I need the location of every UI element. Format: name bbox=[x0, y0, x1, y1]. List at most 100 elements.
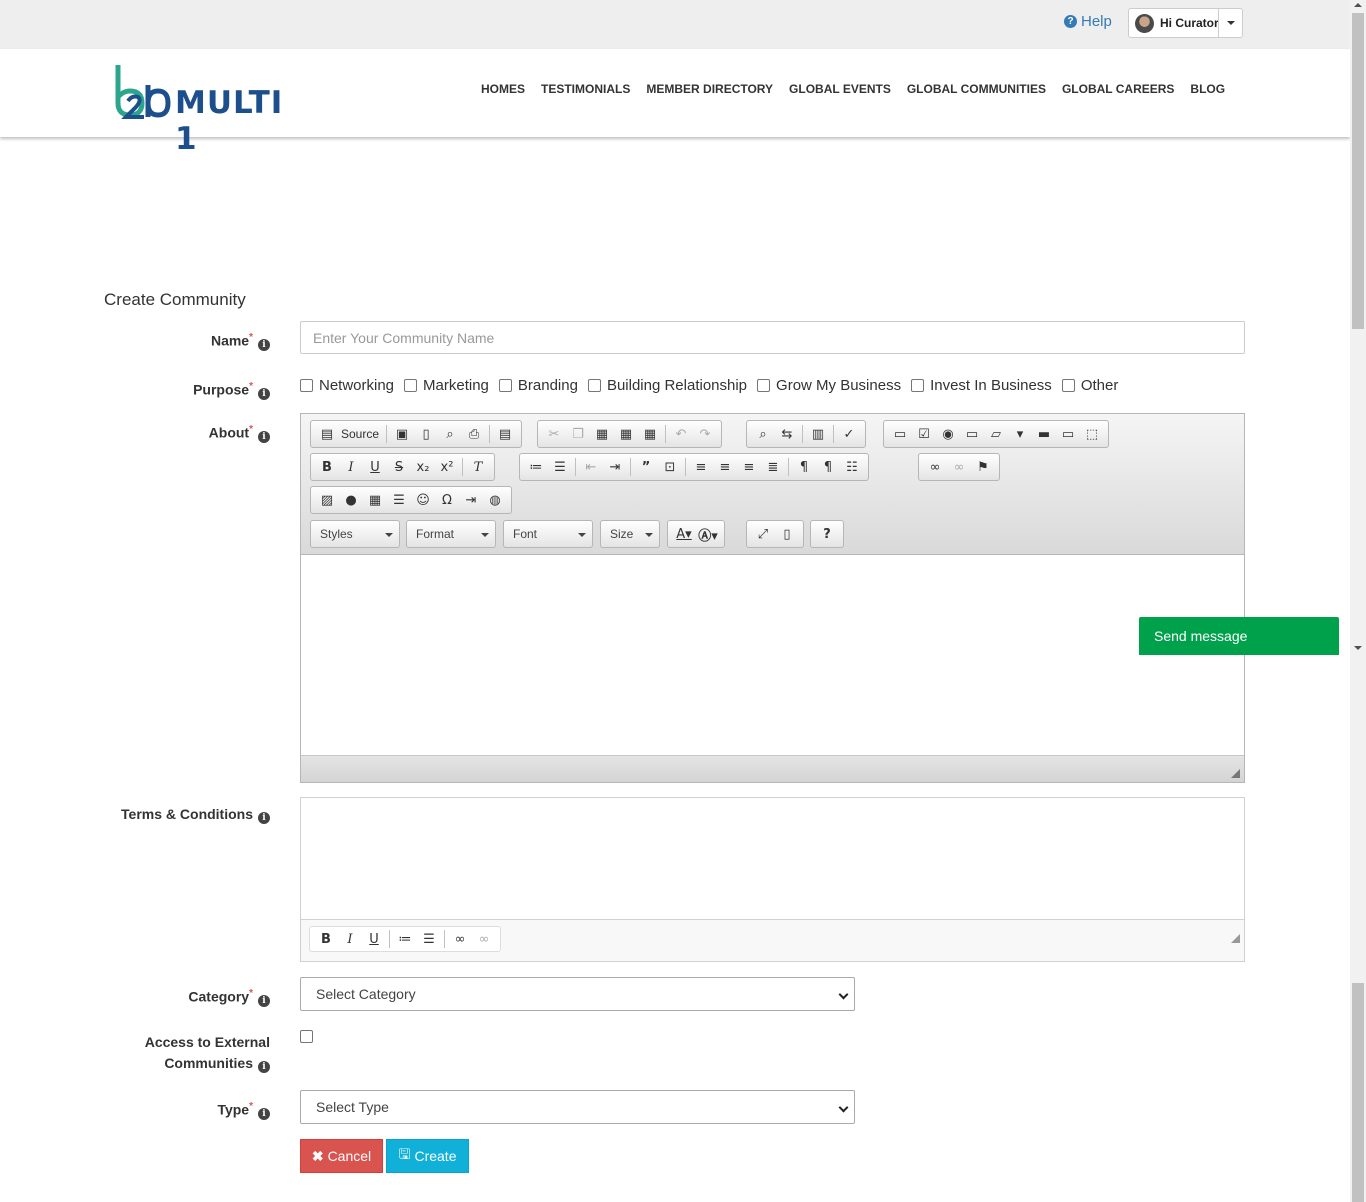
textfield-icon[interactable]: ▭ bbox=[960, 422, 984, 446]
about-editor-icon[interactable]: ? bbox=[815, 522, 839, 546]
unlink-icon[interactable]: ∞ bbox=[472, 927, 496, 951]
cut-icon[interactable]: ✂ bbox=[542, 422, 566, 446]
horizontal-rule-icon[interactable]: ☰ bbox=[387, 488, 411, 512]
info-icon[interactable]: i bbox=[258, 1107, 270, 1120]
help-link[interactable]: ? Help bbox=[1064, 13, 1112, 30]
send-message-widget[interactable]: Send message bbox=[1139, 617, 1339, 655]
bulleted-list-icon[interactable]: ☰ bbox=[417, 927, 441, 951]
text-color-icon[interactable]: A▾ bbox=[672, 522, 696, 546]
user-menu-button[interactable]: Hi Curator bbox=[1128, 8, 1243, 38]
ltr-icon[interactable]: ¶ bbox=[792, 455, 816, 479]
hidden-field-icon[interactable]: ⬚ bbox=[1080, 422, 1104, 446]
community-name-input[interactable] bbox=[300, 321, 1245, 354]
size-dropdown[interactable]: Size bbox=[600, 520, 660, 548]
branding-checkbox[interactable] bbox=[498, 379, 512, 392]
unlink-icon[interactable]: ∞ bbox=[947, 455, 971, 479]
scrollbar-thumb-lower[interactable] bbox=[1352, 983, 1364, 1202]
purpose-building-relationship[interactable]: Building Relationship bbox=[587, 377, 747, 394]
link-icon[interactable]: ∞ bbox=[923, 455, 947, 479]
maximize-icon[interactable]: ⤢ bbox=[751, 522, 775, 546]
special-char-icon[interactable]: Ω bbox=[435, 488, 459, 512]
spellcheck-icon[interactable]: ✓ bbox=[837, 422, 861, 446]
smiley-icon[interactable]: ☺ bbox=[411, 488, 435, 512]
source-button[interactable]: Source bbox=[341, 427, 379, 441]
info-icon[interactable]: i bbox=[258, 994, 270, 1007]
nav-homes[interactable]: HOMES bbox=[473, 82, 533, 96]
save-icon[interactable]: ▣ bbox=[390, 422, 414, 446]
nav-blog[interactable]: BLOG bbox=[1182, 82, 1233, 96]
subscript-icon[interactable]: x₂ bbox=[411, 455, 435, 479]
textarea-icon[interactable]: ▱ bbox=[984, 422, 1008, 446]
page-break-icon[interactable]: ⇥ bbox=[459, 488, 483, 512]
undo-icon[interactable]: ↶ bbox=[669, 422, 693, 446]
numbered-list-icon[interactable]: ≔ bbox=[524, 455, 548, 479]
scrollbar-thumb[interactable] bbox=[1352, 13, 1364, 329]
copy-icon[interactable]: ❐ bbox=[566, 422, 590, 446]
templates-icon[interactable]: ▤ bbox=[493, 422, 517, 446]
image-icon[interactable]: ▨ bbox=[315, 488, 339, 512]
checkbox-icon[interactable]: ☑ bbox=[912, 422, 936, 446]
nav-testimonials[interactable]: TESTIMONIALS bbox=[533, 82, 638, 96]
brand-logo[interactable]: MULTI 1 bbox=[112, 63, 312, 157]
type-select[interactable]: Select Type bbox=[300, 1090, 855, 1124]
building-relationship-checkbox[interactable] bbox=[587, 379, 601, 392]
scroll-up-arrow-icon[interactable] bbox=[1354, 3, 1362, 7]
info-icon[interactable]: i bbox=[258, 387, 270, 400]
justify-icon[interactable]: ≣ bbox=[761, 455, 785, 479]
align-right-icon[interactable]: ≡ bbox=[737, 455, 761, 479]
background-color-icon[interactable]: Ⓐ▾ bbox=[696, 522, 720, 546]
info-icon[interactable]: i bbox=[258, 338, 270, 351]
purpose-networking[interactable]: Networking bbox=[300, 377, 394, 394]
italic-icon[interactable]: I bbox=[339, 455, 363, 479]
underline-icon[interactable]: U bbox=[362, 927, 386, 951]
resize-handle-icon[interactable] bbox=[1231, 769, 1240, 778]
find-icon[interactable]: ⌕ bbox=[751, 422, 775, 446]
nav-global-communities[interactable]: GLOBAL COMMUNITIES bbox=[899, 82, 1054, 96]
purpose-branding[interactable]: Branding bbox=[498, 377, 578, 394]
select-field-icon[interactable]: ▾ bbox=[1008, 422, 1032, 446]
flash-icon[interactable]: ● bbox=[339, 488, 363, 512]
purpose-invest-in-business[interactable]: Invest In Business bbox=[911, 377, 1052, 394]
category-select[interactable]: Select Category bbox=[300, 977, 855, 1011]
user-dropdown-toggle[interactable] bbox=[1218, 9, 1242, 37]
replace-icon[interactable]: ⇆ bbox=[775, 422, 799, 446]
nav-member-directory[interactable]: MEMBER DIRECTORY bbox=[638, 82, 781, 96]
language-icon[interactable]: ☷ bbox=[840, 455, 864, 479]
select-all-icon[interactable]: ▥ bbox=[806, 422, 830, 446]
bold-icon[interactable]: B bbox=[315, 455, 339, 479]
nav-global-careers[interactable]: GLOBAL CAREERS bbox=[1054, 82, 1182, 96]
purpose-grow-my-business[interactable]: Grow My Business bbox=[757, 377, 901, 394]
rtl-icon[interactable]: ¶ bbox=[816, 455, 840, 479]
bulleted-list-icon[interactable]: ☰ bbox=[548, 455, 572, 479]
marketing-checkbox[interactable] bbox=[404, 379, 418, 392]
print-icon[interactable]: ⎙ bbox=[462, 422, 486, 446]
networking-checkbox[interactable] bbox=[300, 379, 313, 392]
nav-global-events[interactable]: GLOBAL EVENTS bbox=[781, 82, 899, 96]
iframe-icon[interactable]: ◍ bbox=[483, 488, 507, 512]
radio-icon[interactable]: ◉ bbox=[936, 422, 960, 446]
purpose-marketing[interactable]: Marketing bbox=[404, 377, 489, 394]
other-checkbox[interactable] bbox=[1061, 379, 1075, 392]
blockquote-icon[interactable]: ” bbox=[634, 455, 658, 479]
table-icon[interactable]: ▦ bbox=[363, 488, 387, 512]
superscript-icon[interactable]: x² bbox=[435, 455, 459, 479]
indent-icon[interactable]: ⇥ bbox=[603, 455, 627, 479]
info-icon[interactable]: i bbox=[258, 1061, 270, 1073]
about-edit-area[interactable] bbox=[301, 555, 1244, 755]
show-blocks-icon[interactable]: ▯ bbox=[775, 522, 799, 546]
info-icon[interactable]: i bbox=[258, 812, 270, 824]
align-center-icon[interactable]: ≡ bbox=[713, 455, 737, 479]
scroll-down-arrow-icon[interactable] bbox=[1354, 646, 1362, 650]
page-scrollbar[interactable] bbox=[1350, 0, 1366, 1202]
paste-text-icon[interactable]: ▦ bbox=[614, 422, 638, 446]
resize-handle-icon[interactable] bbox=[1231, 934, 1240, 943]
div-icon[interactable]: ⊡ bbox=[658, 455, 682, 479]
underline-icon[interactable]: U bbox=[363, 455, 387, 479]
link-icon[interactable]: ∞ bbox=[448, 927, 472, 951]
font-dropdown[interactable]: Font bbox=[503, 520, 593, 548]
italic-icon[interactable]: I bbox=[338, 927, 362, 951]
button-icon[interactable]: ▬ bbox=[1032, 422, 1056, 446]
purpose-other[interactable]: Other bbox=[1061, 377, 1118, 394]
info-icon[interactable]: i bbox=[258, 430, 270, 443]
numbered-list-icon[interactable]: ≔ bbox=[393, 927, 417, 951]
